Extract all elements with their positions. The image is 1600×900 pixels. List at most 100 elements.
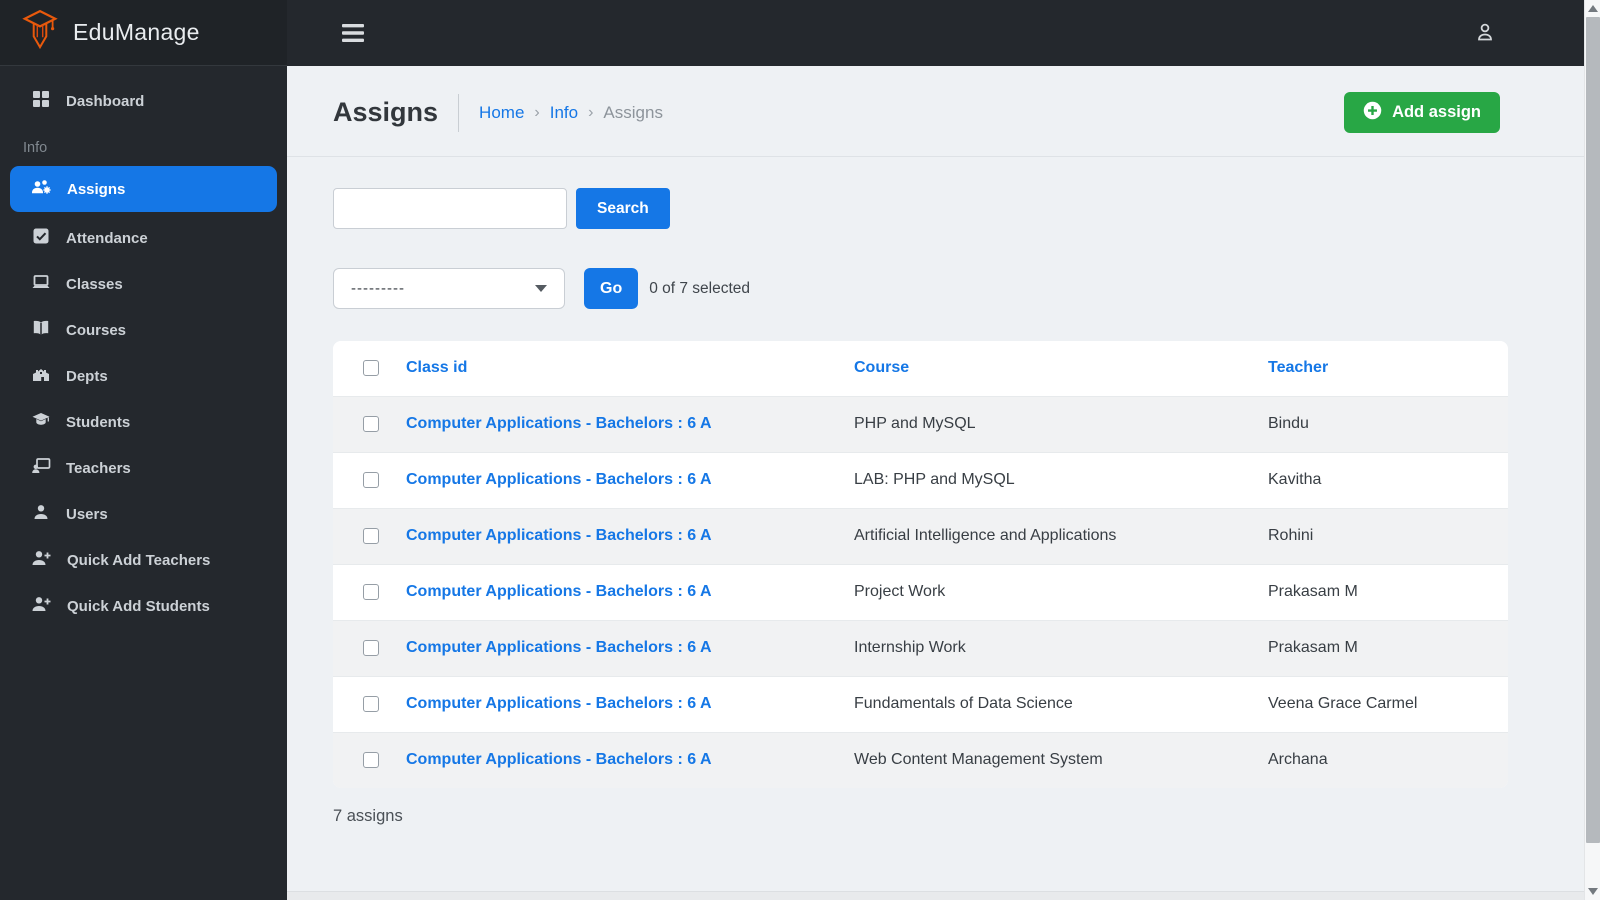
sidebar: EduManage Dashboard Info Assigns Attenda… <box>0 0 287 900</box>
sidebar-item-label: Quick Add Students <box>67 597 210 615</box>
action-row: --------- Go 0 of 7 selected <box>333 268 1508 309</box>
class-id-link[interactable]: Computer Applications - Bachelors : 6 A <box>406 751 712 768</box>
table-row: Computer Applications - Bachelors : 6 A … <box>333 732 1508 788</box>
sidebar-item-label: Depts <box>66 367 108 385</box>
user-plus-icon <box>31 594 52 618</box>
row-checkbox[interactable] <box>363 584 379 600</box>
teacher-cell: Archana <box>1268 732 1508 788</box>
sidebar-item-assigns[interactable]: Assigns <box>10 166 277 212</box>
title-divider <box>458 93 460 132</box>
course-cell: Internship Work <box>854 620 1268 676</box>
plus-circle-icon <box>1363 101 1382 125</box>
table-row: Computer Applications - Bachelors : 6 A … <box>333 564 1508 620</box>
table-count-text: 7 assigns <box>333 807 403 825</box>
teacher-cell: Bindu <box>1268 396 1508 452</box>
sidebar-nav: Dashboard Info Assigns Attendance Classe… <box>0 66 287 629</box>
assigns-table: Class id Course Teacher Computer Applica… <box>333 341 1508 788</box>
breadcrumb-info[interactable]: Info <box>550 103 578 123</box>
sidebar-item-dashboard[interactable]: Dashboard <box>0 78 287 124</box>
row-checkbox[interactable] <box>363 416 379 432</box>
person-icon <box>1473 20 1497 47</box>
action-select-value: --------- <box>351 280 405 297</box>
sidebar-item-users[interactable]: Users <box>0 491 287 537</box>
table-row: Computer Applications - Bachelors : 6 A … <box>333 452 1508 508</box>
class-id-link[interactable]: Computer Applications - Bachelors : 6 A <box>406 583 712 600</box>
row-checkbox[interactable] <box>363 696 379 712</box>
users-gear-icon <box>31 177 52 201</box>
user-account-button[interactable] <box>1473 20 1497 47</box>
menu-toggle-button[interactable] <box>342 24 364 42</box>
sidebar-item-quick-add-teachers[interactable]: Quick Add Teachers <box>0 537 287 583</box>
column-header-teacher[interactable]: Teacher <box>1268 359 1328 376</box>
graduation-cap-icon <box>31 410 51 434</box>
brand[interactable]: EduManage <box>0 0 287 66</box>
sidebar-item-label: Quick Add Teachers <box>67 551 211 569</box>
breadcrumb-home[interactable]: Home <box>479 103 524 123</box>
school-building-icon <box>31 364 51 388</box>
sidebar-item-depts[interactable]: Depts <box>0 353 287 399</box>
edumanage-logo-icon <box>22 9 58 56</box>
user-plus-icon <box>31 548 52 572</box>
sidebar-item-label: Teachers <box>66 459 131 477</box>
search-button[interactable]: Search <box>576 188 670 229</box>
row-checkbox[interactable] <box>363 528 379 544</box>
assigns-table-card: Class id Course Teacher Computer Applica… <box>333 341 1508 788</box>
sidebar-section-label: Info <box>23 140 48 156</box>
go-button[interactable]: Go <box>584 268 639 309</box>
teacher-cell: Prakasam M <box>1268 583 1358 600</box>
content-body: Search --------- Go 0 of 7 selected Clas… <box>287 157 1587 846</box>
scroll-up-arrow-icon[interactable] <box>1588 5 1598 12</box>
table-header-row: Class id Course Teacher <box>333 341 1508 396</box>
sidebar-item-label: Courses <box>66 321 127 339</box>
breadcrumb-separator: › <box>588 103 594 121</box>
vertical-scrollbar[interactable] <box>1584 0 1600 900</box>
sidebar-item-students[interactable]: Students <box>0 399 287 445</box>
course-cell: LAB: PHP and MySQL <box>854 471 1015 488</box>
table-row: Computer Applications - Bachelors : 6 A … <box>333 508 1508 564</box>
action-select[interactable]: --------- <box>333 268 565 309</box>
sidebar-item-classes[interactable]: Classes <box>0 261 287 307</box>
course-cell: Web Content Management System <box>854 732 1268 788</box>
sidebar-item-quick-add-students[interactable]: Quick Add Students <box>0 583 287 629</box>
chevron-down-icon <box>535 285 547 292</box>
class-id-link[interactable]: Computer Applications - Bachelors : 6 A <box>406 695 712 712</box>
user-icon <box>31 502 51 526</box>
column-header-course[interactable]: Course <box>854 359 909 376</box>
row-checkbox[interactable] <box>363 752 379 769</box>
sidebar-item-teachers[interactable]: Teachers <box>0 445 287 491</box>
scroll-down-arrow-icon[interactable] <box>1588 888 1598 895</box>
app-window: EduManage Dashboard Info Assigns Attenda… <box>0 0 1587 900</box>
selection-status: 0 of 7 selected <box>649 279 751 297</box>
course-cell: PHP and MySQL <box>854 396 1268 452</box>
scrollbar-thumb[interactable] <box>1586 17 1600 843</box>
horizontal-scrollbar[interactable] <box>287 891 1584 900</box>
row-checkbox[interactable] <box>363 472 379 488</box>
class-id-link[interactable]: Computer Applications - Bachelors : 6 A <box>406 471 712 488</box>
page-title: Assigns <box>333 97 439 127</box>
course-cell: Artificial Intelligence and Applications <box>854 508 1268 564</box>
search-input[interactable] <box>333 188 567 229</box>
sidebar-item-label: Classes <box>66 275 123 293</box>
row-checkbox[interactable] <box>363 640 379 656</box>
teacher-cell: Kavitha <box>1268 471 1322 488</box>
page-content: Assigns Home › Info › Assigns Add assign… <box>287 66 1587 900</box>
sidebar-item-attendance[interactable]: Attendance <box>0 215 287 261</box>
class-id-link[interactable]: Computer Applications - Bachelors : 6 A <box>406 639 712 656</box>
teacher-cell: Rohini <box>1268 508 1508 564</box>
table-row: Computer Applications - Bachelors : 6 A … <box>333 676 1508 732</box>
sidebar-item-courses[interactable]: Courses <box>0 307 287 353</box>
sidebar-item-label: Users <box>66 505 108 523</box>
column-header-class-id[interactable]: Class id <box>406 359 467 376</box>
sidebar-item-label: Dashboard <box>66 92 145 110</box>
class-id-link[interactable]: Computer Applications - Bachelors : 6 A <box>406 527 712 544</box>
check-square-icon <box>31 226 51 250</box>
select-all-checkbox[interactable] <box>363 360 379 377</box>
class-id-link[interactable]: Computer Applications - Bachelors : 6 A <box>406 415 712 432</box>
table-row: Computer Applications - Bachelors : 6 A … <box>333 396 1508 452</box>
add-assign-button[interactable]: Add assign <box>1344 92 1500 133</box>
brand-name: EduManage <box>73 19 200 45</box>
breadcrumb: Home › Info › Assigns <box>479 103 663 123</box>
table-row: Computer Applications - Bachelors : 6 A … <box>333 620 1508 676</box>
breadcrumb-separator: › <box>534 103 540 121</box>
course-cell: Project Work <box>854 583 946 600</box>
